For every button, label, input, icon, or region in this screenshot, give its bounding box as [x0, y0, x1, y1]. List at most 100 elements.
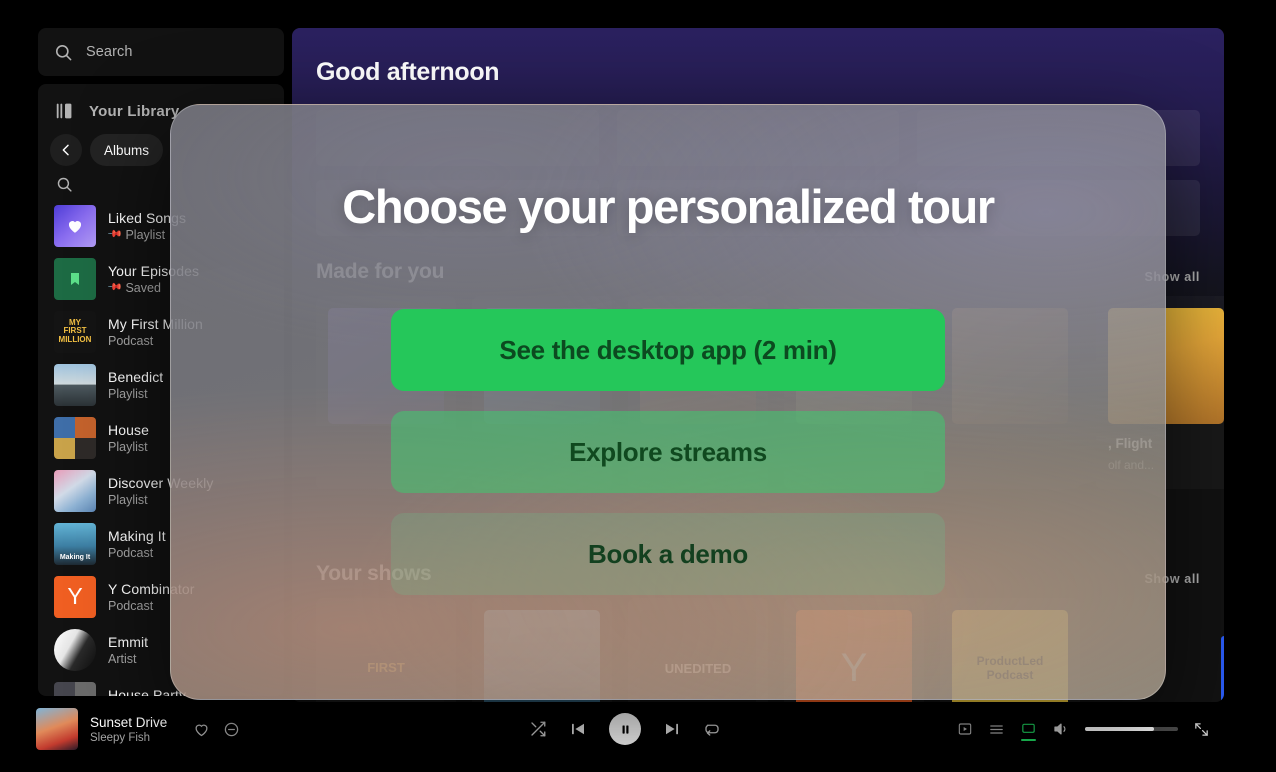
card[interactable]: Y: [784, 598, 924, 702]
volume-icon[interactable]: [1052, 720, 1070, 738]
pause-button[interactable]: [609, 713, 641, 745]
card-art: [328, 308, 444, 424]
card[interactable]: [628, 296, 768, 489]
volume-slider[interactable]: [1085, 727, 1178, 731]
library-list: Liked Songs 📌 Playlist Your Episodes 📌 S…: [38, 199, 284, 696]
section-your-shows: Your shows Show all FIRST UNEDITED Y Pro…: [316, 562, 1200, 702]
shortcut-tile[interactable]: [917, 180, 1200, 236]
list-item[interactable]: MY FIRST MILLION My First Million Podcast: [46, 305, 284, 358]
shortcut-grid: [316, 110, 1200, 236]
sidebar: Search Your Library Albums Liked Songs 📌…: [26, 18, 290, 702]
search-input[interactable]: Search: [38, 28, 284, 76]
library-title: Your Library: [89, 102, 180, 120]
library-search-button[interactable]: [38, 166, 284, 199]
now-playing-view-icon[interactable]: [957, 721, 973, 737]
list-item[interactable]: House Playlist: [46, 411, 284, 464]
list-item-title: Discover Weekly: [108, 474, 214, 491]
emmit-art: [54, 628, 96, 671]
card[interactable]: FIRST: [316, 598, 456, 702]
shortcut-tile[interactable]: [616, 180, 900, 236]
section-title: Made for you: [316, 260, 445, 283]
list-item-subtitle: Podcast: [108, 333, 154, 348]
library-header[interactable]: Your Library: [38, 84, 284, 132]
scroll-edge-indicator[interactable]: [1221, 636, 1224, 702]
list-item-subtitle: 📌 Playlist: [108, 228, 186, 242]
list-item[interactable]: Emmit Artist: [46, 623, 284, 676]
search-icon: [56, 176, 268, 193]
show-all-link[interactable]: Show all: [1144, 270, 1200, 284]
unedited-card-art: UNEDITED: [640, 610, 756, 702]
shortcut-tile[interactable]: [917, 110, 1200, 166]
making-it-art: Making It: [54, 522, 96, 565]
featured-card-subtitle: olf and...: [1108, 457, 1155, 472]
chevron-left-icon: [58, 142, 74, 158]
library-panel: Your Library Albums Liked Songs 📌 Playli…: [38, 84, 284, 696]
my-first-million-card-art: FIRST: [328, 610, 444, 702]
connect-device-icon[interactable]: [1020, 721, 1037, 741]
featured-card[interactable]: , Flight olf and...: [1096, 296, 1224, 489]
pause-icon: [619, 723, 632, 736]
featured-card-title: , Flight: [1108, 436, 1153, 451]
list-item-subtitle: Playlist: [108, 439, 148, 454]
list-item[interactable]: Liked Songs 📌 Playlist: [46, 199, 284, 252]
house-party-art: [54, 681, 96, 696]
list-item-subtitle: Podcast: [108, 598, 154, 613]
library-back-button[interactable]: [50, 134, 82, 166]
shortcut-tile[interactable]: [316, 180, 599, 236]
list-item[interactable]: Making It Making It Podcast: [46, 517, 284, 570]
shortcut-tile[interactable]: [316, 110, 599, 166]
card-art: [952, 308, 1068, 424]
shuffle-icon[interactable]: [529, 720, 547, 738]
list-item[interactable]: Discover Weekly Playlist: [46, 464, 284, 517]
section-made-for-you: Made for you Show all , Flight olf and..…: [316, 260, 1224, 489]
y-combinator-card-art: Y: [796, 610, 912, 702]
list-item-subtitle: Artist: [108, 651, 137, 666]
main-content: Good afternoon Made for you Show all , F…: [292, 28, 1224, 702]
pin-icon: 📌: [108, 280, 123, 295]
card-row: FIRST UNEDITED Y ProductLed Podcast: [316, 598, 1200, 702]
list-item-title: Benedict: [108, 368, 164, 385]
card-row: , Flight olf and...: [316, 296, 1224, 489]
list-item-subtitle: Podcast: [108, 545, 154, 560]
card[interactable]: [784, 296, 924, 489]
repeat-icon[interactable]: [703, 720, 721, 738]
shortcut-tile[interactable]: [616, 110, 900, 166]
list-item[interactable]: House Party Playlist: [46, 676, 284, 696]
y-combinator-art: Y: [54, 575, 96, 618]
fullscreen-icon[interactable]: [1193, 721, 1210, 738]
queue-icon[interactable]: [988, 721, 1005, 738]
making-it-card-art: [484, 610, 600, 702]
card-art: [640, 308, 756, 424]
previous-track-icon[interactable]: [569, 720, 587, 738]
list-item[interactable]: Benedict Playlist: [46, 358, 284, 411]
card[interactable]: [472, 296, 612, 489]
card-art: [796, 308, 912, 424]
card[interactable]: ProductLed Podcast: [940, 598, 1080, 702]
your-episodes-art: [54, 257, 96, 300]
card[interactable]: [472, 598, 612, 702]
list-item[interactable]: Your Episodes 📌 Saved: [46, 252, 284, 305]
list-item-title: House: [108, 421, 149, 438]
section-title: Your shows: [316, 562, 432, 585]
discover-weekly-art: [54, 469, 96, 512]
house-art: [54, 416, 96, 459]
screenshot-root: Search Your Library Albums Liked Songs 📌…: [0, 0, 1276, 772]
list-item-title: Your Episodes: [108, 262, 200, 279]
search-placeholder: Search: [86, 44, 133, 60]
library-filter-chip-albums[interactable]: Albums: [90, 134, 164, 166]
list-item-subtitle: 📌 Saved: [108, 281, 199, 295]
card[interactable]: [940, 296, 1080, 489]
show-all-link[interactable]: Show all: [1144, 572, 1200, 586]
pin-icon: 📌: [108, 227, 123, 242]
player-right-controls: [957, 720, 1210, 741]
card[interactable]: [316, 296, 456, 489]
player-bar: Sunset Drive Sleepy Fish: [26, 702, 1224, 756]
card[interactable]: UNEDITED: [628, 598, 768, 702]
next-track-icon[interactable]: [663, 720, 681, 738]
list-item-title: Emmit: [108, 633, 149, 650]
list-item-title: My First Million: [108, 315, 203, 332]
card-art: [1108, 308, 1224, 424]
liked-songs-art: [54, 204, 96, 247]
list-item-title: Making It: [108, 527, 166, 544]
list-item[interactable]: Y Y Combinator Podcast: [46, 570, 284, 623]
